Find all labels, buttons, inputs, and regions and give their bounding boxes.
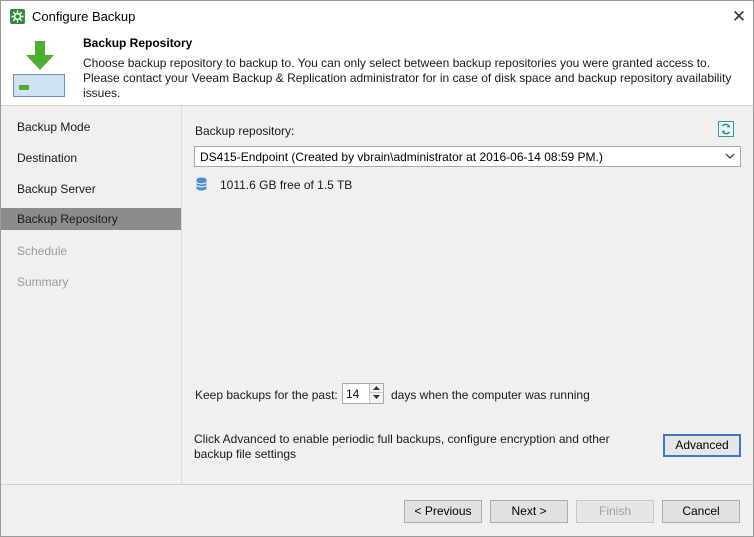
repository-select[interactable]: DS415-Endpoint (Created by vbrain\admini… — [194, 146, 741, 167]
database-icon — [196, 177, 207, 191]
cancel-button[interactable]: Cancel — [662, 500, 740, 523]
free-space-text: 1011.6 GB free of 1.5 TB — [220, 178, 353, 192]
refresh-icon[interactable] — [718, 121, 734, 137]
page-description: Choose backup repository to backup to. Y… — [83, 56, 732, 100]
step-backup-mode[interactable]: Backup Mode — [1, 116, 181, 138]
repository-selected-value: DS415-Endpoint (Created by vbrain\admini… — [200, 150, 603, 164]
download-to-drive-icon — [13, 41, 67, 97]
wizard-footer: < Previous Next > Finish Cancel — [1, 485, 753, 536]
step-backup-server[interactable]: Backup Server — [1, 178, 181, 200]
wizard-header: Backup Repository Choose backup reposito… — [1, 31, 753, 105]
configure-backup-window: Configure Backup ✕ Backup Repository Cho… — [0, 0, 754, 537]
main-content: Backup repository: DS415-Endpoint (Creat… — [182, 106, 753, 484]
retention-days-stepper[interactable]: 14 — [342, 383, 384, 404]
repository-label: Backup repository: — [195, 124, 295, 138]
retention-days-value: 14 — [346, 387, 360, 401]
wizard-steps-sidebar: Backup Mode Destination Backup Server Ba… — [1, 106, 182, 484]
step-destination[interactable]: Destination — [1, 147, 181, 169]
veeam-app-icon — [10, 9, 25, 24]
previous-button[interactable]: < Previous — [404, 500, 482, 523]
chevron-down-icon — [725, 153, 735, 159]
advanced-description: Click Advanced to enable periodic full b… — [194, 432, 610, 461]
stepper-up-icon[interactable] — [369, 384, 383, 393]
retention-prefix-label: Keep backups for the past: — [195, 388, 338, 402]
step-backup-repository[interactable]: Backup Repository — [1, 208, 181, 230]
finish-button: Finish — [576, 500, 654, 523]
step-schedule: Schedule — [17, 244, 68, 258]
page-title: Backup Repository — [83, 36, 193, 50]
step-summary: Summary — [17, 275, 69, 289]
title-bar: Configure Backup ✕ — [1, 1, 753, 31]
stepper-down-icon[interactable] — [369, 393, 383, 403]
next-button[interactable]: Next > — [490, 500, 568, 523]
window-title: Configure Backup — [32, 9, 136, 24]
advanced-button[interactable]: Advanced — [663, 434, 741, 457]
retention-suffix-label: days when the computer was running — [391, 388, 590, 402]
close-icon[interactable]: ✕ — [729, 7, 749, 27]
